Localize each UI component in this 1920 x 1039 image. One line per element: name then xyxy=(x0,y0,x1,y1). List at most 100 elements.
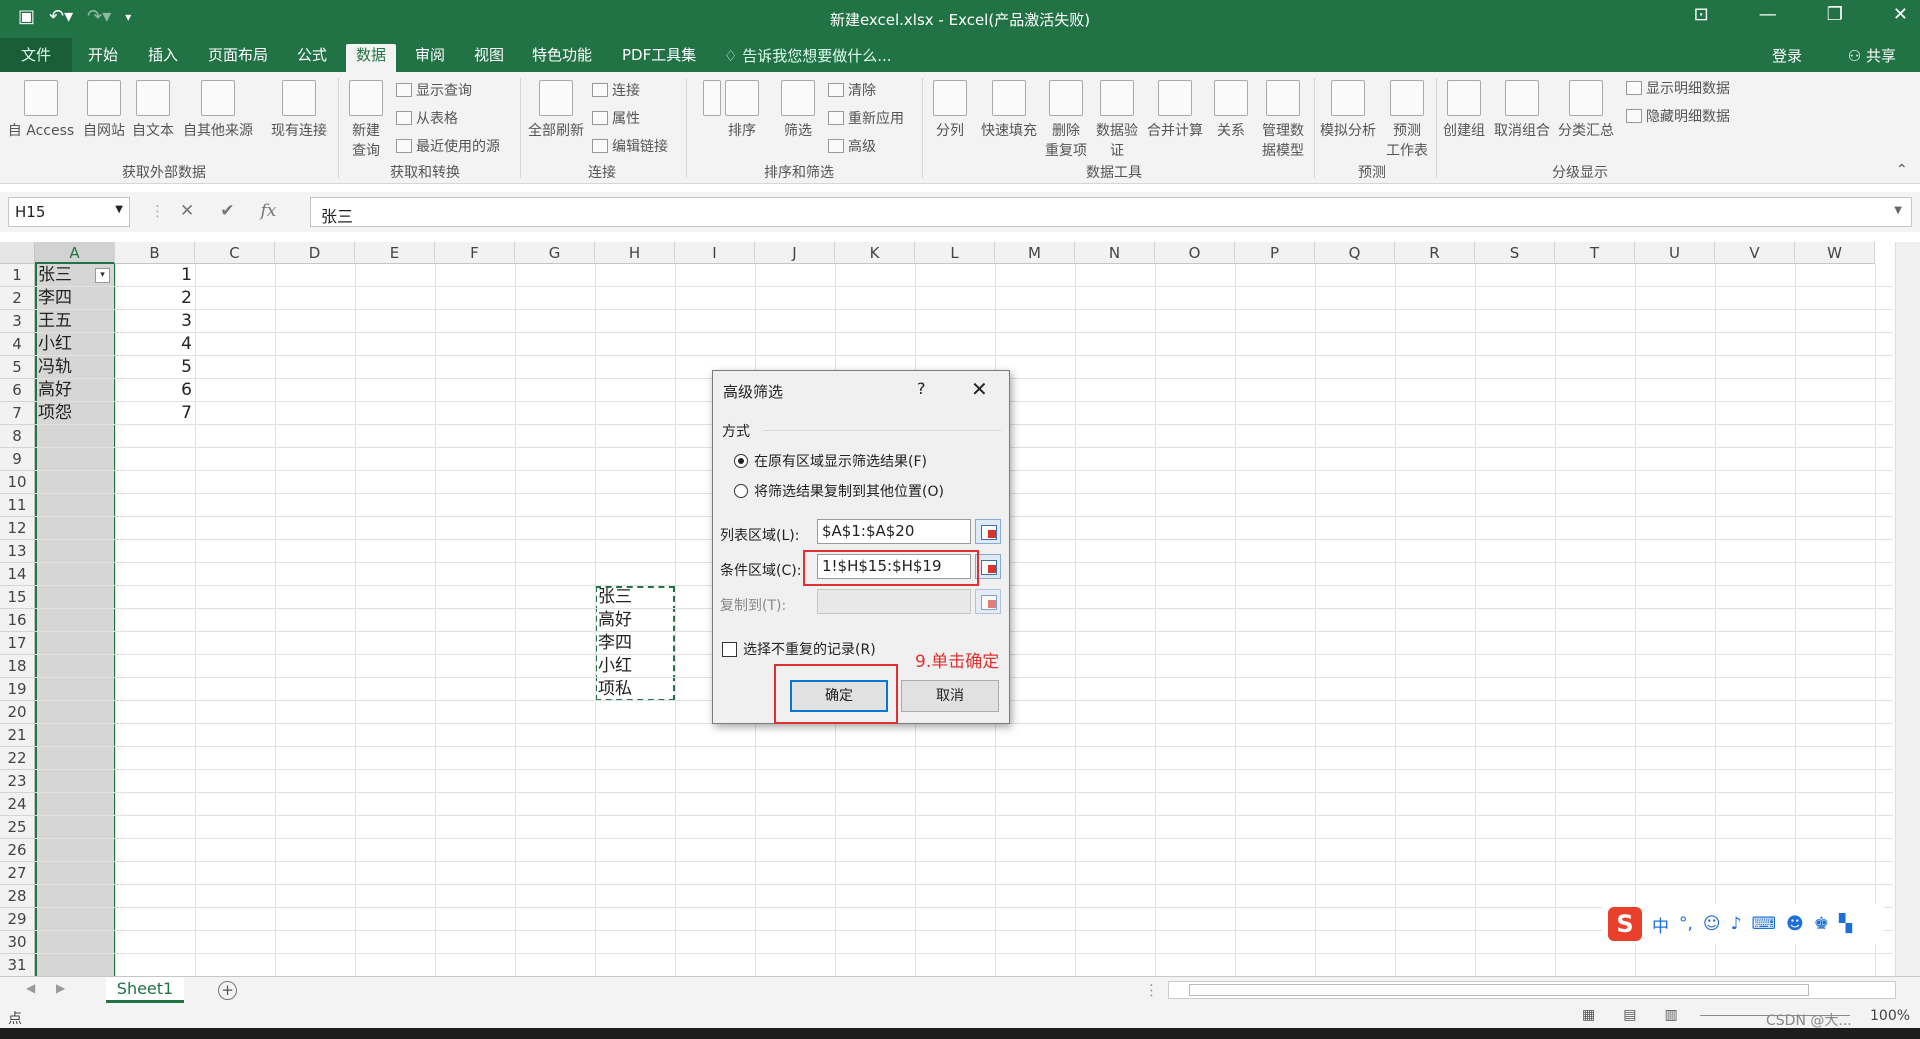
ime-punctuation[interactable]: °, xyxy=(1679,914,1693,934)
keyboard-icon[interactable]: ⌨ xyxy=(1752,914,1777,934)
row-header[interactable]: 10 xyxy=(0,471,35,494)
skin-icon[interactable]: ♚ xyxy=(1814,914,1829,934)
copy-to-location-radio[interactable]: 将筛选结果复制到其他位置(O) xyxy=(734,481,1014,501)
cell-b[interactable]: 5 xyxy=(115,356,192,379)
column-header[interactable]: U xyxy=(1635,242,1715,264)
horizontal-scrollbar[interactable] xyxy=(1168,981,1896,999)
row-header[interactable]: 25 xyxy=(0,816,35,839)
column-header[interactable]: K xyxy=(835,242,915,264)
row-header[interactable]: 13 xyxy=(0,540,35,563)
next-sheet-icon[interactable]: ▶ xyxy=(56,981,65,995)
relationships-button[interactable]: 关系 xyxy=(1208,80,1254,140)
row-header[interactable]: 11 xyxy=(0,494,35,517)
cell-b[interactable]: 6 xyxy=(115,379,192,402)
row-header[interactable]: 28 xyxy=(0,885,35,908)
microphone-icon[interactable]: ♪ xyxy=(1731,914,1742,934)
tab-home[interactable]: 开始 xyxy=(78,44,128,72)
cell-a[interactable]: 李四 xyxy=(38,287,72,310)
cell-a[interactable]: 冯轨 xyxy=(38,356,72,379)
remove-duplicates-button[interactable]: 删除 重复项 xyxy=(1040,80,1092,160)
filter-in-place-radio[interactable]: 在原有区域显示筛选结果(F) xyxy=(734,451,1014,471)
from-table-button[interactable]: 从表格 xyxy=(396,108,458,128)
column-header[interactable]: P xyxy=(1235,242,1315,264)
zoom-level[interactable]: 100% xyxy=(1870,1008,1910,1024)
add-sheet-icon[interactable]: + xyxy=(218,981,237,1000)
sort-button[interactable]: 排序 xyxy=(720,80,764,140)
login-link[interactable]: 登录 xyxy=(1772,45,1802,66)
help-icon[interactable]: ? xyxy=(917,379,926,398)
forecast-sheet-button[interactable]: 预测 工作表 xyxy=(1382,80,1432,160)
row-header[interactable]: 27 xyxy=(0,862,35,885)
row-header[interactable]: 17 xyxy=(0,632,35,655)
recent-sources-button[interactable]: 最近使用的源 xyxy=(396,136,500,156)
cell-h[interactable]: 高好 xyxy=(598,609,632,632)
tab-data[interactable]: 数据 xyxy=(346,44,397,72)
row-header[interactable]: 23 xyxy=(0,770,35,793)
row-header[interactable]: 12 xyxy=(0,517,35,540)
unique-records-checkbox[interactable]: 选择不重复的记录(R) xyxy=(722,639,876,659)
cancel-button[interactable]: 取消 xyxy=(901,680,999,712)
row-header[interactable]: 20 xyxy=(0,701,35,724)
column-header[interactable]: C xyxy=(195,242,275,264)
tab-insert[interactable]: 插入 xyxy=(138,44,188,72)
user-icon[interactable]: ☻ xyxy=(1786,914,1804,934)
cell-b[interactable]: 7 xyxy=(115,402,192,425)
list-range-collapse-icon[interactable] xyxy=(975,519,1001,544)
row-header[interactable]: 14 xyxy=(0,563,35,586)
insert-function-icon[interactable]: fx xyxy=(261,201,277,221)
column-header[interactable]: N xyxy=(1075,242,1155,264)
tab-pdf[interactable]: PDF工具集 xyxy=(612,44,706,72)
apps-icon[interactable]: ▚ xyxy=(1839,914,1852,934)
row-header[interactable]: 21 xyxy=(0,724,35,747)
cell-h[interactable]: 李四 xyxy=(598,632,632,655)
page-layout-view-icon[interactable]: ▤ xyxy=(1623,1007,1636,1023)
formula-input[interactable]: 张三 xyxy=(310,197,1912,227)
filter-button[interactable]: 筛选 xyxy=(776,80,820,140)
normal-view-icon[interactable]: ▦ xyxy=(1582,1007,1595,1023)
ime-logo[interactable]: S xyxy=(1608,907,1642,941)
restore-icon[interactable]: ❐ xyxy=(1827,4,1843,25)
ribbon-display-icon[interactable]: ⊡ xyxy=(1694,4,1709,25)
from-other-sources-button[interactable]: 自其他来源 xyxy=(178,80,258,140)
column-header[interactable]: T xyxy=(1555,242,1635,264)
share-button[interactable]: ⚇ 共享 xyxy=(1848,45,1896,66)
advanced-filter-button[interactable]: 高级 xyxy=(828,136,876,156)
expand-formula-icon[interactable]: ▼ xyxy=(1894,205,1902,216)
list-range-input[interactable]: $A$1:$A$20 xyxy=(817,519,971,544)
column-header[interactable]: F xyxy=(435,242,515,264)
column-header[interactable]: H xyxy=(595,242,675,264)
cell-a[interactable]: 张三 xyxy=(38,264,72,287)
cancel-icon[interactable]: ✕ xyxy=(180,201,194,221)
row-header[interactable]: 18 xyxy=(0,655,35,678)
column-header[interactable]: V xyxy=(1715,242,1795,264)
from-web-button[interactable]: 自网站 xyxy=(80,80,128,140)
row-header[interactable]: 31 xyxy=(0,954,35,977)
tab-page-layout[interactable]: 页面布局 xyxy=(198,44,278,72)
subtotal-button[interactable]: 分类汇总 xyxy=(1554,80,1618,140)
edit-links-button[interactable]: 编辑链接 xyxy=(592,136,668,156)
row-header[interactable]: 9 xyxy=(0,448,35,471)
row-header[interactable]: 29 xyxy=(0,908,35,931)
column-header[interactable]: J xyxy=(755,242,835,264)
tab-special[interactable]: 特色功能 xyxy=(522,44,602,72)
tab-file[interactable]: 文件 xyxy=(0,38,72,72)
column-header[interactable]: M xyxy=(995,242,1075,264)
column-header[interactable]: R xyxy=(1395,242,1475,264)
row-header[interactable]: 30 xyxy=(0,931,35,954)
row-header[interactable]: 4 xyxy=(0,333,35,356)
splitter-icon[interactable]: ⋮ xyxy=(1144,981,1159,999)
column-header[interactable]: Q xyxy=(1315,242,1395,264)
show-query-button[interactable]: 显示查询 xyxy=(396,80,472,100)
chevron-down-icon[interactable]: ▼ xyxy=(115,204,123,215)
row-header[interactable]: 1 xyxy=(0,264,35,287)
page-break-view-icon[interactable]: ▥ xyxy=(1664,1007,1677,1023)
new-query-button[interactable]: 新建 查询 xyxy=(342,80,390,160)
name-box[interactable]: H15 ▼ xyxy=(8,197,130,227)
cell-b[interactable]: 1 xyxy=(115,264,192,287)
minimize-icon[interactable]: — xyxy=(1759,4,1777,25)
scrollbar-thumb[interactable] xyxy=(1189,984,1809,996)
text-to-columns-button[interactable]: 分列 xyxy=(926,80,974,140)
tab-formulas[interactable]: 公式 xyxy=(287,44,337,72)
collapse-ribbon-icon[interactable]: ⌃ xyxy=(1896,162,1908,178)
properties-button[interactable]: 属性 xyxy=(592,108,640,128)
